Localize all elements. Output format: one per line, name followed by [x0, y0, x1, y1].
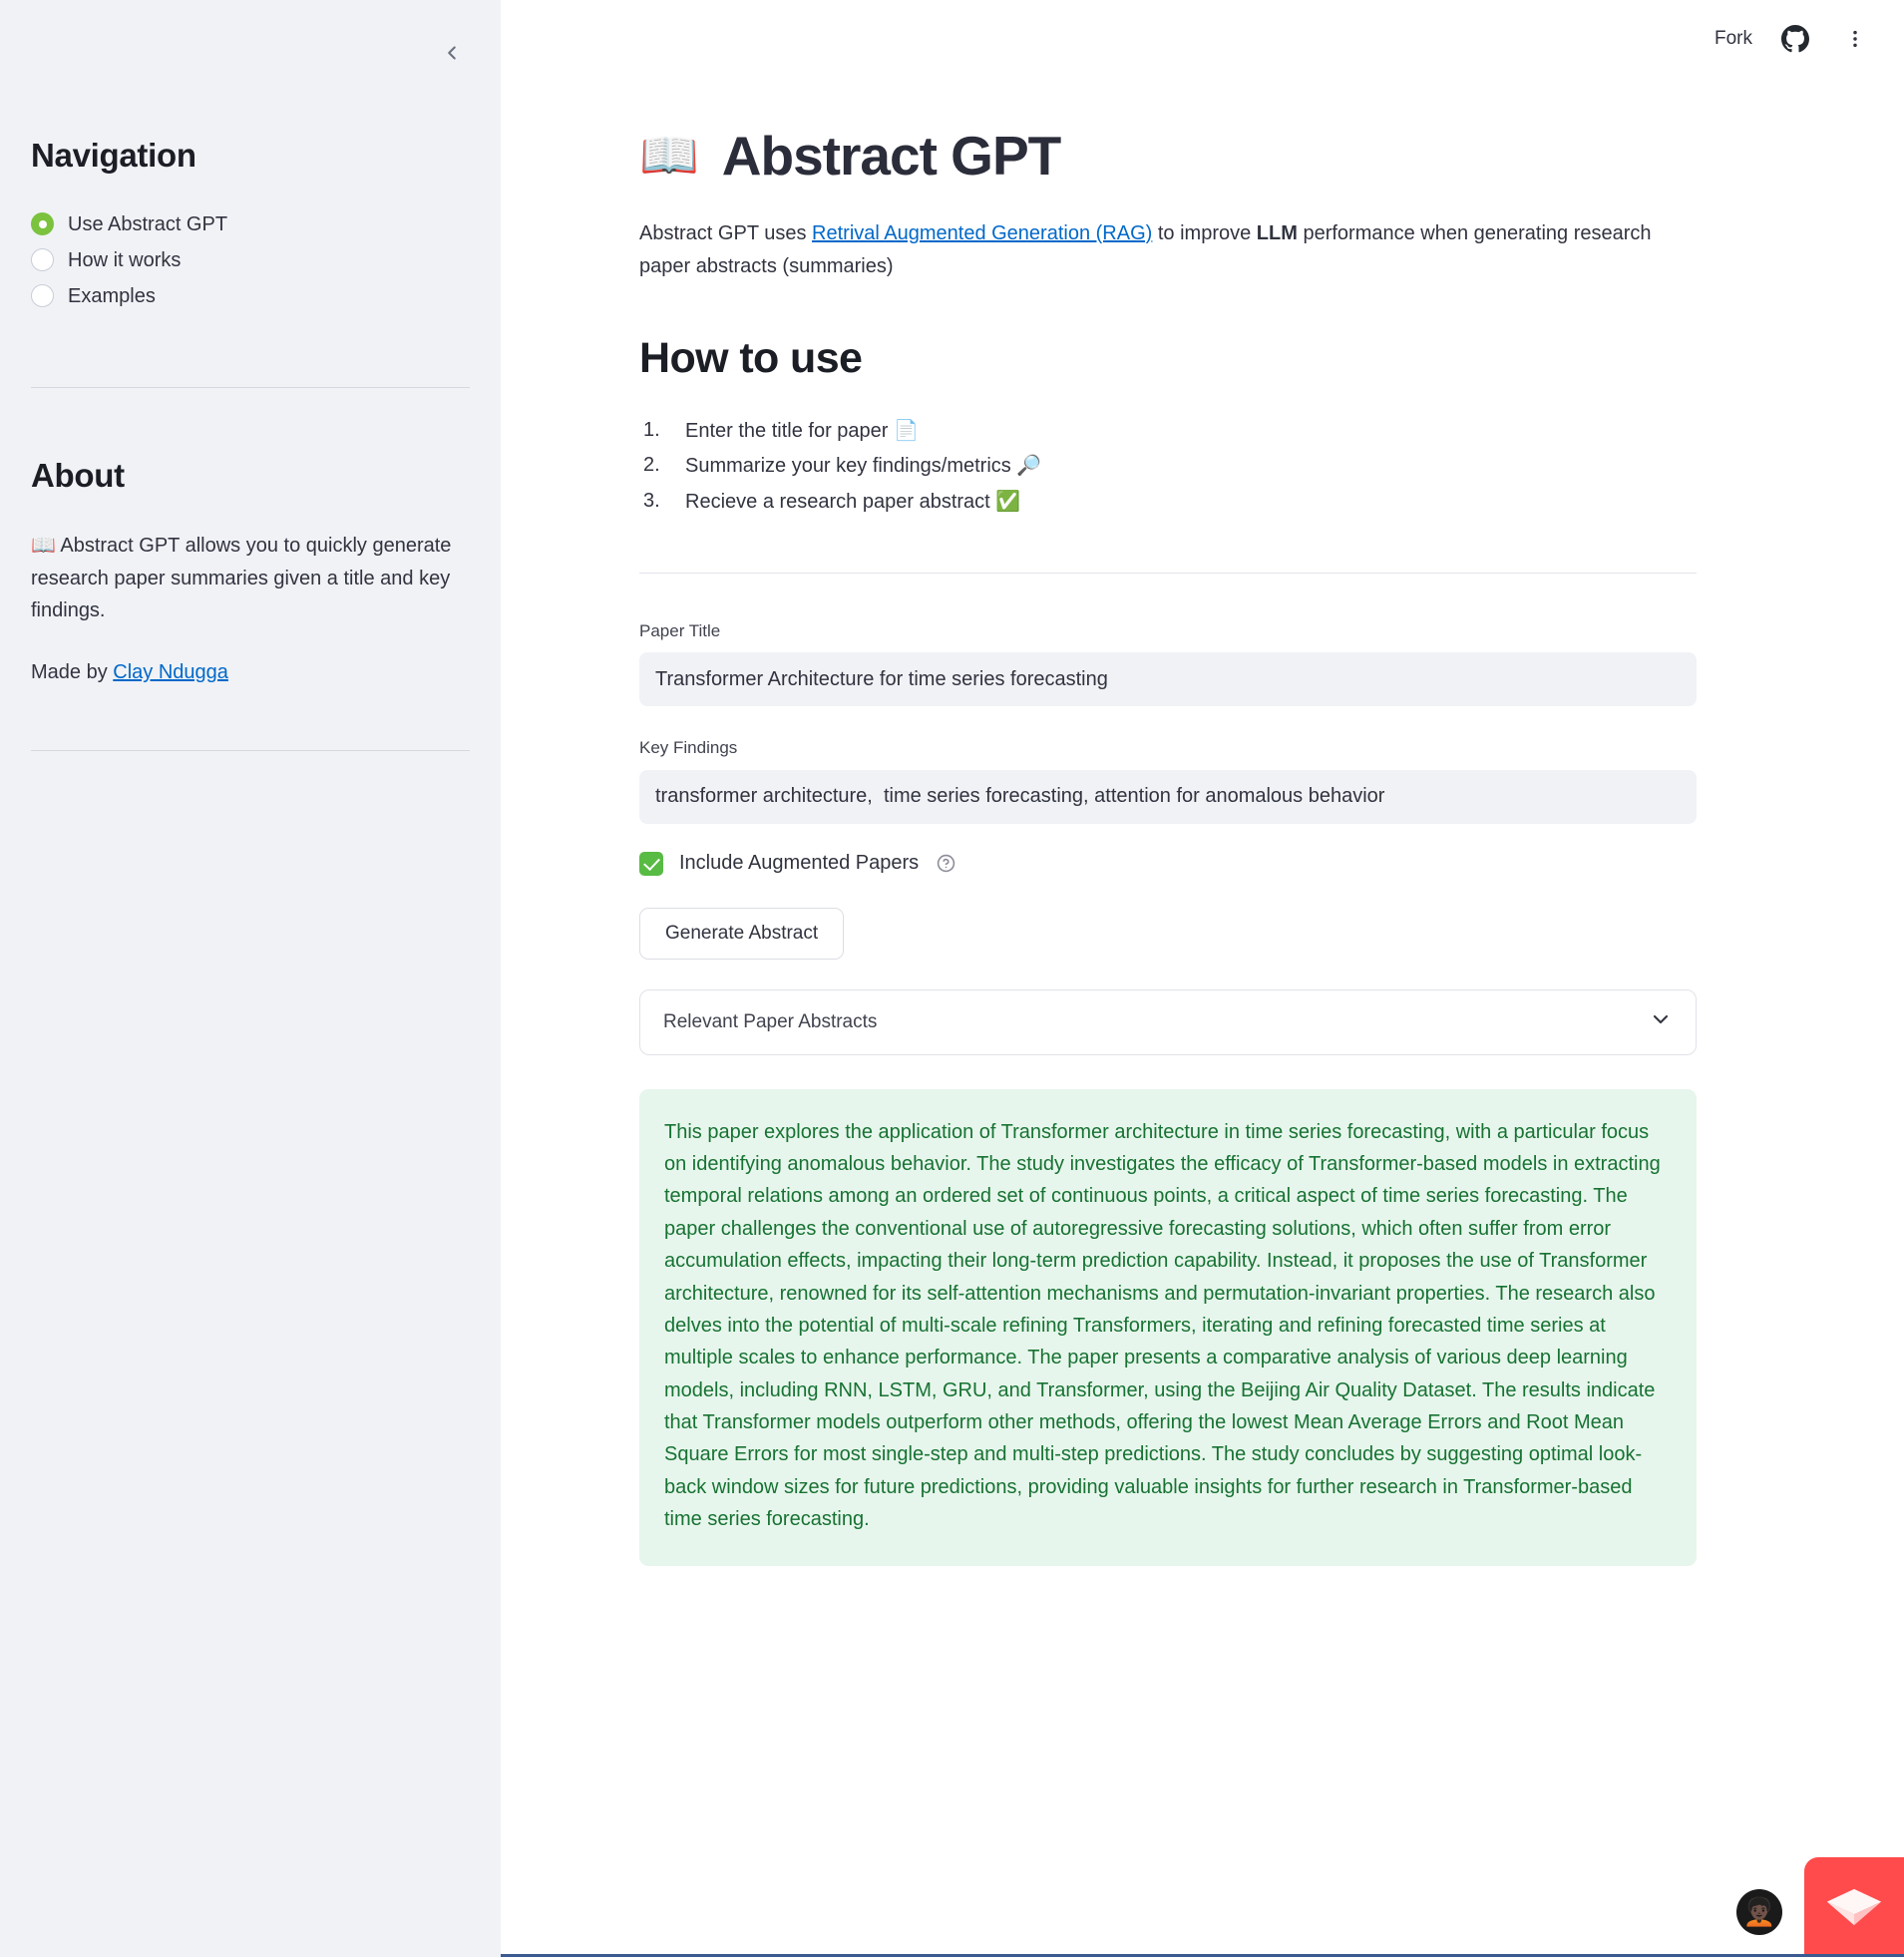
streamlit-cloud-badge[interactable]: [1804, 1857, 1904, 1957]
author-link[interactable]: Clay Ndugga: [113, 661, 228, 683]
made-by: Made by Clay Ndugga: [31, 656, 470, 688]
intro-part-2: to improve: [1152, 222, 1257, 245]
page-body: 📖 Abstract GPT Abstract GPT uses Retriva…: [501, 0, 1697, 1566]
github-icon[interactable]: [1778, 22, 1812, 56]
key-findings-label: Key Findings: [639, 738, 738, 758]
paper-plane-icon: [1826, 1888, 1882, 1926]
about-text: 📖 Abstract GPT allows you to quickly gen…: [31, 529, 470, 626]
about-heading: About: [31, 456, 125, 494]
intro-paragraph: Abstract GPT uses Retrival Augmented Gen…: [639, 217, 1677, 282]
radio-indicator: [31, 248, 54, 272]
list-item: Enter the title for paper 📄: [639, 413, 1697, 448]
how-to-use-heading: How to use: [639, 334, 863, 383]
how-to-use-list: Enter the title for paper 📄 Summarize yo…: [639, 413, 1697, 519]
sidebar-item-use-abstract-gpt[interactable]: Use Abstract GPT: [31, 209, 470, 239]
open-book-icon: 📖: [639, 128, 699, 185]
check-mark-icon: ✅: [995, 488, 1021, 513]
relevant-paper-abstracts-expander[interactable]: Relevant Paper Abstracts: [639, 988, 1697, 1055]
rag-link[interactable]: Retrival Augmented Generation (RAG): [812, 222, 1152, 244]
sidebar-item-how-it-works[interactable]: How it works: [31, 245, 470, 275]
sidebar-item-label: Examples: [68, 284, 156, 307]
radio-indicator: [31, 284, 54, 308]
main-content: Fork 📖 Abstract GPT Abstract GPT uses Re…: [501, 0, 1904, 1957]
sidebar-item-label: Use Abstract GPT: [68, 212, 228, 235]
section-divider: [639, 573, 1697, 575]
navigation-heading: Navigation: [31, 137, 196, 174]
about-section: About 📖 Abstract GPT allows you to quick…: [31, 388, 470, 689]
checkbox-indicator: [639, 851, 663, 876]
generate-abstract-button[interactable]: Generate Abstract: [639, 907, 845, 960]
question-circle-icon[interactable]: [937, 854, 955, 873]
sidebar-content: Navigation Use Abstract GPT How it works…: [31, 0, 470, 752]
about-description: Abstract GPT allows you to quickly gener…: [31, 535, 452, 621]
app-root: Navigation Use Abstract GPT How it works…: [0, 0, 1904, 1957]
paper-title-label: Paper Title: [639, 621, 721, 641]
key-findings-input[interactable]: [639, 769, 1697, 824]
step-text: Recieve a research paper abstract: [685, 490, 996, 513]
step-text: Summarize your key findings/metrics: [685, 455, 1017, 478]
sidebar-collapse-button[interactable]: [431, 32, 473, 74]
generated-abstract-result: This paper explores the application of T…: [639, 1088, 1697, 1566]
chevron-down-icon: [1649, 1007, 1673, 1036]
page-facing-up-icon: 📄: [894, 418, 919, 443]
intro-part-1: Abstract GPT uses: [639, 222, 813, 245]
sidebar-item-examples[interactable]: Examples: [31, 281, 470, 311]
sidebar: Navigation Use Abstract GPT How it works…: [0, 0, 501, 1957]
list-item: Summarize your key findings/metrics 🔎: [639, 448, 1697, 483]
open-book-icon: 📖: [31, 533, 56, 558]
step-text: Enter the title for paper: [685, 420, 895, 443]
page-title-text: Abstract GPT: [721, 125, 1061, 187]
top-toolbar: Fork: [1714, 0, 1904, 78]
sidebar-item-label: How it works: [68, 248, 182, 271]
sidebar-divider-bottom: [31, 750, 470, 752]
avatar-emoji: 🧑🏿‍🦱: [1742, 1896, 1776, 1928]
user-avatar[interactable]: 🧑🏿‍🦱: [1736, 1889, 1782, 1935]
navigation-radio-group[interactable]: Use Abstract GPT How it works Examples: [31, 209, 470, 311]
checkbox-label: Include Augmented Papers: [679, 852, 920, 875]
page-title: 📖 Abstract GPT: [639, 125, 1697, 188]
chevron-left-icon: [441, 42, 463, 64]
list-item: Recieve a research paper abstract ✅: [639, 484, 1697, 519]
intro-bold-llm: LLM: [1256, 222, 1298, 245]
radio-indicator: [31, 212, 54, 236]
paper-title-input[interactable]: [639, 652, 1697, 707]
include-augmented-papers-checkbox[interactable]: Include Augmented Papers: [639, 851, 1697, 876]
expander-label: Relevant Paper Abstracts: [663, 1010, 878, 1032]
more-vertical-icon[interactable]: [1838, 22, 1872, 56]
fork-button[interactable]: Fork: [1714, 28, 1752, 50]
made-by-prefix: Made by: [31, 661, 114, 684]
magnifying-glass-icon: 🔎: [1016, 453, 1042, 478]
